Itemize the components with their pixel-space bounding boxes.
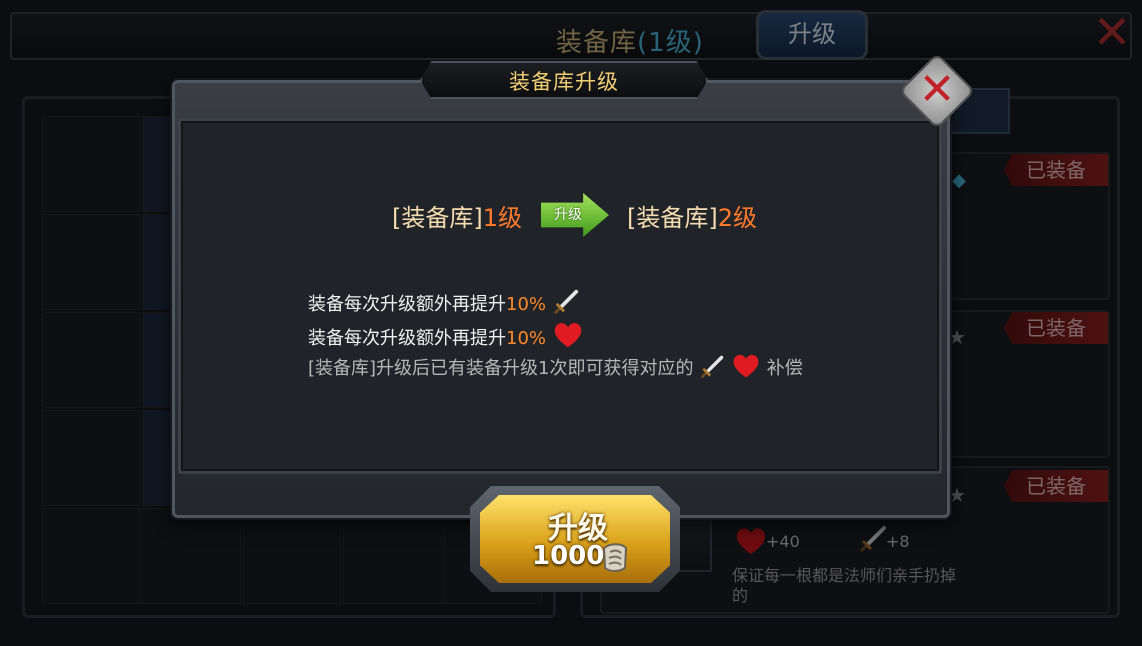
bonus-percent: 10% <box>506 294 547 315</box>
inventory-slot[interactable] <box>42 410 141 506</box>
bonus-text: 装备每次升级额外再提升 <box>308 294 506 315</box>
next-level-name: [装备库] <box>627 204 718 232</box>
equipped-badge: 已装备 <box>1004 312 1108 344</box>
attack-stat: +8 <box>886 532 910 551</box>
page-title: 装备库(1级) <box>556 22 704 59</box>
inventory-slot[interactable] <box>42 116 141 212</box>
inventory-slot[interactable] <box>42 214 141 310</box>
sword-icon <box>700 355 724 379</box>
current-level-name: [装备库] <box>392 204 483 232</box>
current-level-value: 1级 <box>482 204 523 232</box>
item-thumbnail[interactable] <box>678 512 712 572</box>
sword-icon <box>859 526 886 553</box>
page-title-level: (1级) <box>637 28 704 58</box>
gem-icon: ◆ <box>952 170 966 191</box>
compensation-note: [装备库]升级后已有装备升级1次即可获得对应的 补偿 <box>308 352 803 380</box>
current-level: [装备库]1级 <box>392 198 522 233</box>
equipped-badge: 已装备 <box>1004 154 1108 186</box>
close-icon[interactable]: ✕ <box>912 66 962 116</box>
currency-icon <box>602 543 628 572</box>
close-icon[interactable]: ✕ <box>1088 9 1136 58</box>
heart-icon <box>733 354 759 378</box>
upgrade-cost[interactable]: 1000 <box>532 541 604 571</box>
bonus-line-attack: 装备每次升级额外再提升10% <box>308 288 580 316</box>
item-description: 保证每一根都是法师们亲手扔掉的 <box>732 566 957 605</box>
note-prefix: [装备库]升级后已有装备升级1次即可获得对应的 <box>308 358 694 379</box>
heart-icon <box>554 323 581 348</box>
bonus-percent: 10% <box>506 328 547 349</box>
next-level-value: 2级 <box>717 204 758 232</box>
next-level: [装备库]2级 <box>627 198 757 233</box>
inventory-slot[interactable] <box>42 312 141 408</box>
page-title-text: 装备库 <box>556 28 638 58</box>
inventory-slot[interactable] <box>142 508 241 604</box>
hp-stat: +40 <box>766 532 800 551</box>
top-upgrade-button[interactable]: 升级 <box>756 10 868 60</box>
dialog-title: 装备库升级 <box>509 70 619 94</box>
equipped-badge: 已装备 <box>1004 470 1108 502</box>
inventory-slot[interactable] <box>242 508 342 604</box>
sword-icon <box>553 289 578 315</box>
note-suffix: 补偿 <box>766 358 803 379</box>
arrow-label: 升级 <box>554 207 582 223</box>
inventory-slot[interactable] <box>42 508 141 604</box>
heart-icon <box>736 528 766 554</box>
bonus-text: 装备每次升级额外再提升 <box>308 328 506 349</box>
bonus-line-hp: 装备每次升级额外再提升10% <box>308 320 584 350</box>
inventory-slot[interactable] <box>343 508 442 604</box>
